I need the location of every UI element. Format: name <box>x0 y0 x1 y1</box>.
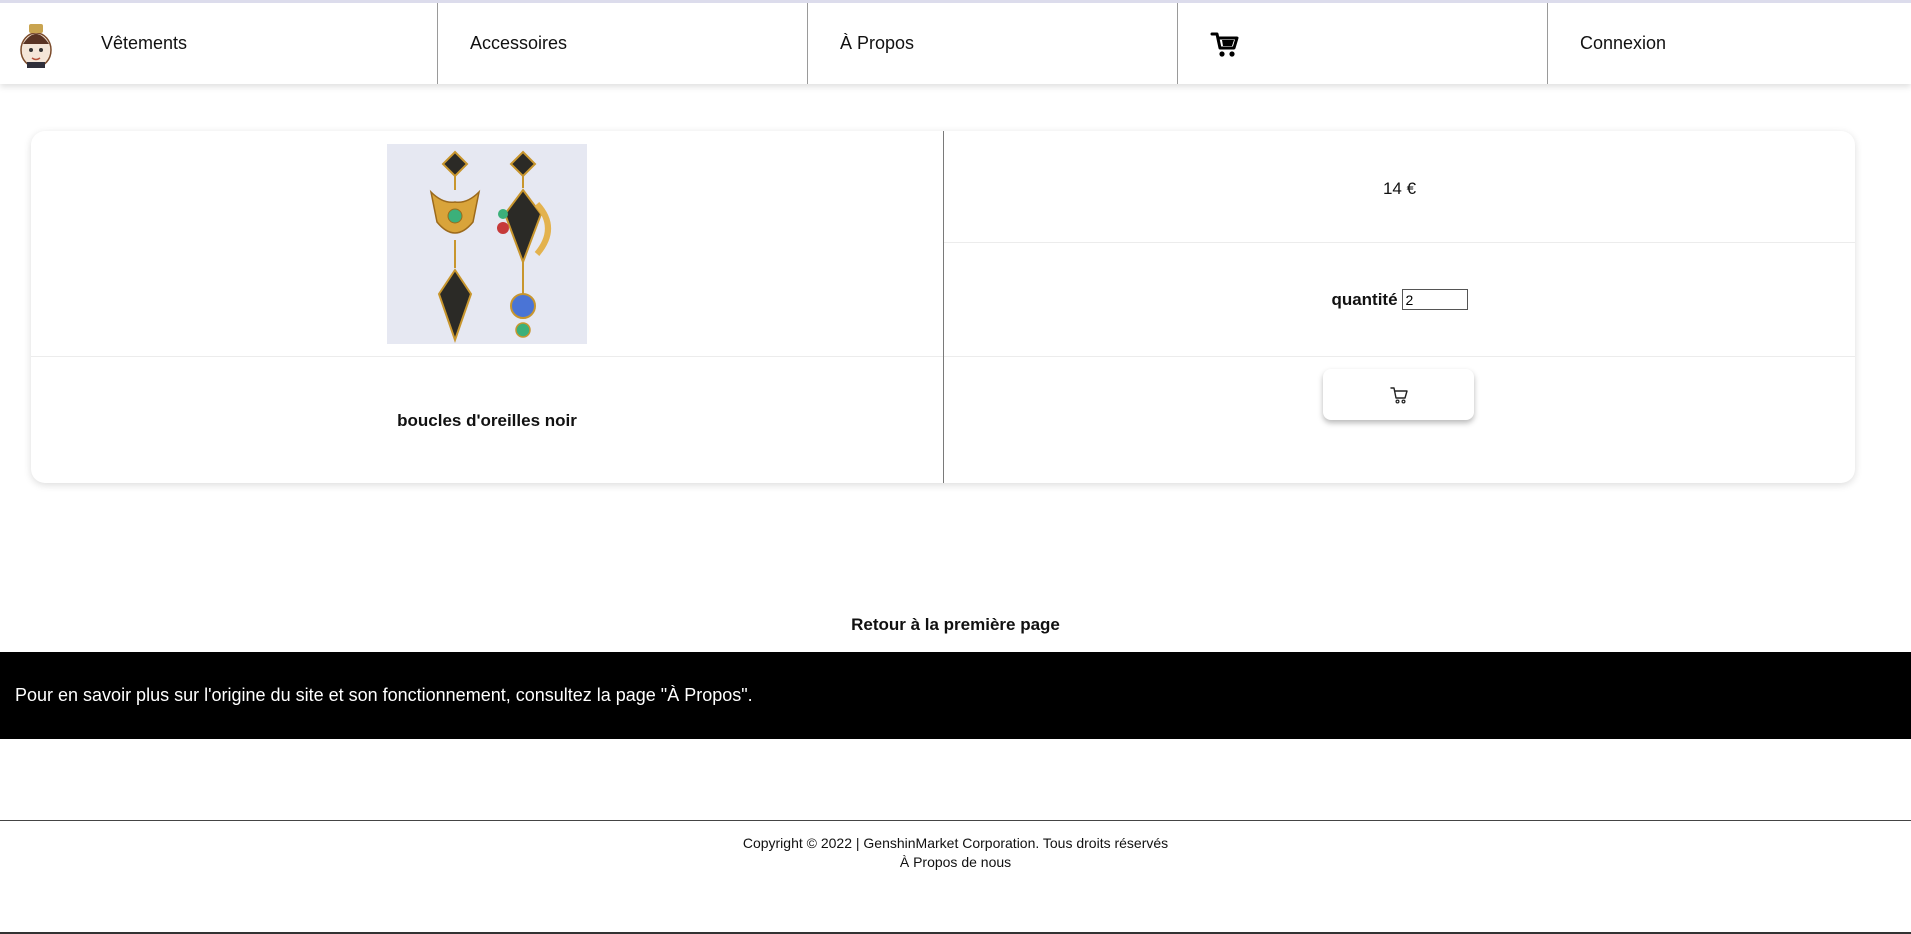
row-divider <box>944 356 1855 357</box>
row-divider <box>944 242 1855 243</box>
nav-item-vetements[interactable]: Vêtements <box>0 3 438 84</box>
footer-copyright: Copyright © 2022 | GenshinMarket Corpora… <box>742 835 1169 851</box>
back-to-first-page-link[interactable]: Retour à la première page <box>0 615 1911 635</box>
info-banner-text: Pour en savoir plus sur l'origine du sit… <box>15 685 753 705</box>
nav-label-accessoires[interactable]: Accessoires <box>470 33 567 54</box>
product-name: boucles d'oreilles noir <box>397 411 577 430</box>
top-navigation: Vêtements Accessoires À Propos Connexion <box>0 0 1911 84</box>
logo-icon[interactable] <box>17 18 55 70</box>
quantity-input[interactable] <box>1401 289 1468 310</box>
nav-item-accessoires[interactable]: Accessoires <box>438 3 808 84</box>
add-to-cart-button[interactable] <box>1323 369 1474 420</box>
footer-about-link[interactable]: À Propos de nous <box>0 854 1911 870</box>
nav-label-a-propos[interactable]: À Propos <box>840 33 914 54</box>
quantity-row: quantité <box>944 289 1855 310</box>
product-card: boucles d'oreilles noir 14 € quantité <box>31 131 1855 483</box>
nav-item-cart[interactable] <box>1178 3 1548 84</box>
info-banner: Pour en savoir plus sur l'origine du sit… <box>0 652 1911 739</box>
footer-divider <box>0 820 1911 821</box>
nav-label-vetements[interactable]: Vêtements <box>101 33 187 54</box>
row-divider <box>31 356 943 357</box>
cart-icon[interactable] <box>1210 29 1240 59</box>
nav-item-connexion[interactable]: Connexion <box>1548 3 1911 84</box>
product-price: 14 € <box>1382 179 1417 198</box>
nav-label-connexion[interactable]: Connexion <box>1580 33 1666 54</box>
cart-outline-icon <box>1389 386 1408 404</box>
product-image <box>387 144 587 344</box>
nav-item-a-propos[interactable]: À Propos <box>808 3 1178 84</box>
quantity-label: quantité <box>1331 289 1398 309</box>
